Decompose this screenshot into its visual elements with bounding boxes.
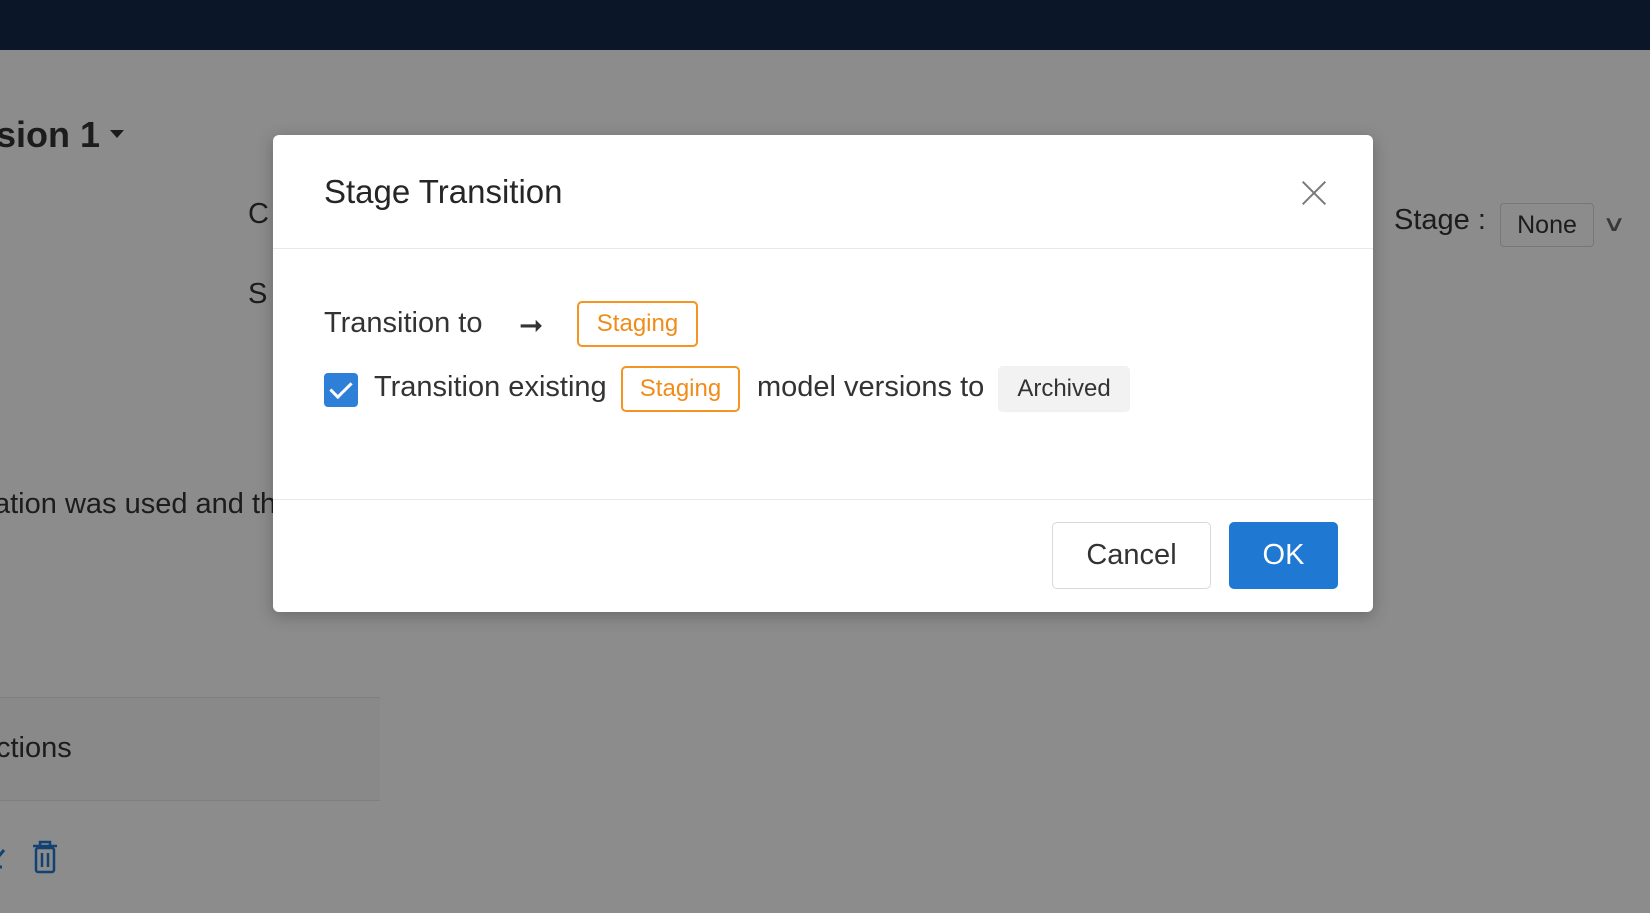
existing-versions-text: Transition existing — [374, 371, 607, 403]
close-icon[interactable] — [1297, 176, 1331, 210]
existing-stage-tag: Staging — [621, 366, 740, 412]
dialog-footer: Cancel OK — [273, 499, 1373, 612]
arrow-right-icon: ➞ — [519, 310, 544, 342]
model-versions-to-text: model versions to — [757, 371, 985, 403]
dialog-header: Stage Transition — [273, 135, 1373, 249]
cancel-button[interactable]: Cancel — [1052, 522, 1211, 589]
archive-existing-checkbox[interactable] — [324, 373, 358, 407]
transition-to-label: Transition to — [324, 307, 483, 339]
ok-button[interactable]: OK — [1229, 522, 1338, 589]
archived-stage-tag: Archived — [998, 366, 1130, 412]
dialog-body: Transition to ➞ Staging Transition exist… — [273, 249, 1373, 499]
stage-transition-dialog: Stage Transition Transition to ➞ Staging… — [273, 135, 1373, 612]
target-stage-tag: Staging — [577, 301, 698, 347]
top-nav-bar — [0, 0, 1650, 50]
dialog-title: Stage Transition — [324, 173, 563, 210]
